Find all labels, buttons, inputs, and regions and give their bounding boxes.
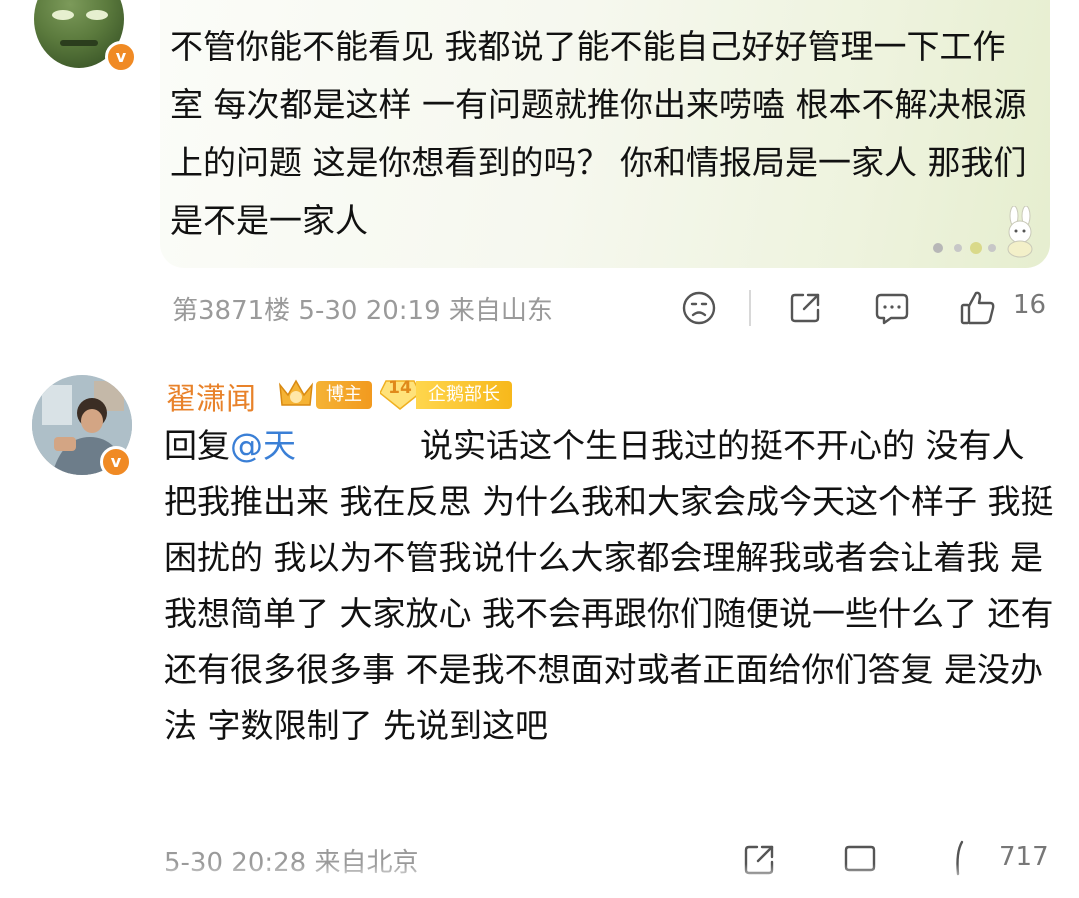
verified-badge-icon: v [105, 41, 137, 73]
level-number: 14 [388, 378, 412, 398]
dislike-icon[interactable] [681, 290, 717, 326]
flower-decoration-icon [933, 242, 996, 254]
reply-prefix: 回复 [164, 426, 230, 465]
comment-text: 回复@天 说实话这个生日我过的挺不开心的 没有人把我推出来 我在反思 为什么我和大… [164, 418, 1054, 754]
like-count: 16 [1013, 290, 1047, 320]
level-tag: 企鹅部长 [416, 381, 512, 409]
comment-icon[interactable] [873, 290, 911, 326]
like-icon[interactable] [958, 288, 998, 328]
blogger-tag: 博主 [316, 381, 372, 409]
avatar-eye [52, 10, 74, 20]
comment-text: 不管你能不能看见 我都说了能不能自己好好管理一下工作室 每次都是这样 一有问题就… [170, 27, 1027, 240]
reply-body: 说实话这个生日我过的挺不开心的 没有人把我推出来 我在反思 为什么我和大家会成今… [164, 426, 1054, 745]
action-divider [749, 290, 751, 326]
mention-link[interactable]: @天 [230, 426, 296, 465]
avatar-mouth [60, 40, 98, 46]
bottom-fade-overlay [0, 864, 1079, 898]
comment-meta: 第3871楼 5-30 20:19 来自山东 [172, 296, 553, 326]
bunny-sticker-icon [1007, 206, 1033, 258]
avatar-eye [86, 10, 108, 20]
username[interactable]: 翟潇闻 [166, 374, 256, 418]
verified-badge-icon: v [100, 446, 132, 478]
share-icon[interactable] [787, 290, 823, 326]
